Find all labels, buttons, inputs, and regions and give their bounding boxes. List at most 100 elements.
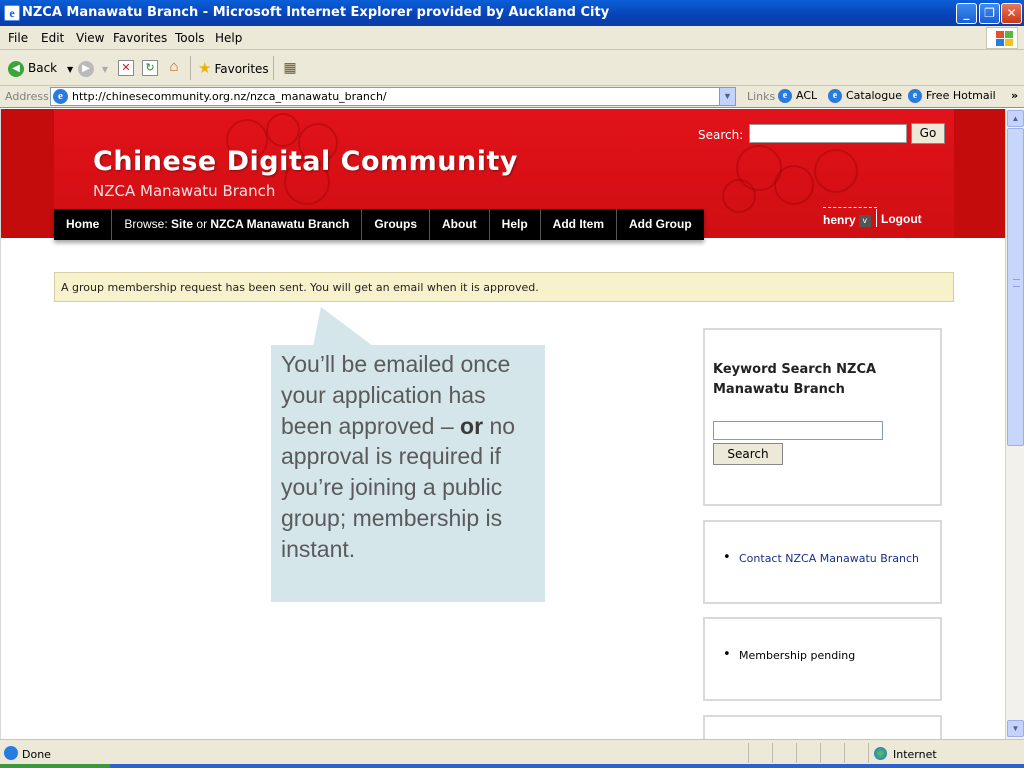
back-arrow-icon: ◀ <box>8 60 24 77</box>
site-subtitle: NZCA Manawatu Branch <box>93 182 276 200</box>
link-free-hotmail-label: Free Hotmail <box>926 89 996 102</box>
address-url[interactable]: http://chinesecommunity.org.nz/nzca_mana… <box>72 90 387 103</box>
link-catalogue[interactable]: e Catalogue <box>828 89 902 103</box>
nav-about[interactable]: About <box>430 209 490 240</box>
status-divider <box>844 743 845 763</box>
decorative-swirl <box>722 179 756 213</box>
scroll-thumb[interactable] <box>1007 128 1024 446</box>
main-nav: Home Browse: Site or NZCA Manawatu Branc… <box>54 209 704 240</box>
nav-groups[interactable]: Groups <box>362 209 430 240</box>
site-banner: Chinese Digital Community NZCA Manawatu … <box>1 109 1005 240</box>
ie-link-icon: e <box>828 89 842 103</box>
link-catalogue-label: Catalogue <box>846 89 902 102</box>
membership-box: Membership pending <box>703 617 942 701</box>
status-divider <box>796 743 797 763</box>
scroll-down-icon[interactable]: ▼ <box>1007 720 1024 737</box>
back-label: Back <box>28 61 58 75</box>
decorative-swirl <box>814 149 858 193</box>
user-menu[interactable]: henry v <box>823 213 871 227</box>
link-acl[interactable]: e ACL <box>778 89 817 103</box>
home-icon[interactable]: ⌂ <box>166 59 182 76</box>
nav-browse: Browse: Site or NZCA Manawatu Branch <box>112 209 363 240</box>
toolbar-separator <box>273 56 274 80</box>
keyword-search-button[interactable]: Search <box>713 443 783 465</box>
stop-icon[interactable]: ✕ <box>118 60 134 76</box>
sidebar-box-partial <box>703 715 942 739</box>
user-dropdown-icon[interactable]: v <box>858 214 871 227</box>
toolbar-separator <box>190 56 191 80</box>
status-text: Done <box>22 748 51 761</box>
minimize-button[interactable]: _ <box>956 3 977 24</box>
scroll-up-icon[interactable]: ▲ <box>1007 110 1024 127</box>
decorative-swirl <box>774 165 814 205</box>
menu-help[interactable]: Help <box>215 31 242 45</box>
nav-browse-branch[interactable]: NZCA Manawatu Branch <box>210 217 349 231</box>
keyword-search-title: Keyword Search NZCA Manawatu Branch <box>713 362 877 397</box>
ie-link-icon: e <box>908 89 922 103</box>
restore-button[interactable]: ❐ <box>979 3 1000 24</box>
callout-pointer <box>313 307 373 346</box>
page-viewport: Chinese Digital Community NZCA Manawatu … <box>0 109 1005 739</box>
forward-button[interactable]: ▶ ▼ <box>78 58 108 78</box>
address-dropdown-icon[interactable]: ▼ <box>719 88 735 105</box>
window-title: NZCA Manawatu Branch - Microsoft Interne… <box>22 5 610 20</box>
menu-file[interactable]: File <box>8 31 28 45</box>
links-label: Links <box>747 90 775 103</box>
toolbar: ◀ Back ▼ ▶ ▼ ✕ ↻ ⌂ ★ Favorites ▦ <box>0 50 1024 86</box>
header-search-label: Search: <box>698 128 744 142</box>
vertical-scrollbar[interactable]: ▲ ▼ <box>1005 109 1024 739</box>
contact-link[interactable]: Contact NZCA Manawatu Branch <box>723 550 919 565</box>
keyword-search-box: Keyword Search NZCA Manawatu Branch Sear… <box>703 328 942 506</box>
menu-tools[interactable]: Tools <box>175 31 205 45</box>
logout-link[interactable]: Logout <box>876 209 922 227</box>
ie-link-icon: e <box>778 89 792 103</box>
callout-text: You’ll be emailed once your application … <box>281 349 537 565</box>
keyword-search-input[interactable] <box>713 421 883 440</box>
menu-bar: File Edit View Favorites Tools Help <box>0 26 1024 50</box>
favorites-label: Favorites <box>214 62 269 76</box>
menu-edit[interactable]: Edit <box>41 31 64 45</box>
status-divider <box>748 743 749 763</box>
close-button[interactable]: ✕ <box>1001 3 1022 24</box>
go-button[interactable]: Go <box>911 123 945 144</box>
links-label-text: Links <box>747 90 776 103</box>
address-label: Address <box>5 90 49 103</box>
membership-status: Membership pending <box>723 647 855 662</box>
back-button[interactable]: ◀ Back ▼ <box>8 58 73 78</box>
ie-app-icon: e <box>4 5 20 21</box>
address-input[interactable]: e http://chinesecommunity.org.nz/nzca_ma… <box>50 87 736 106</box>
link-acl-label: ACL <box>796 89 818 102</box>
nav-add-item[interactable]: Add Item <box>541 209 618 240</box>
windows-logo-icon <box>986 27 1018 49</box>
favorites-button[interactable]: ★ Favorites <box>198 58 269 78</box>
scroll-grip-icon <box>1013 279 1020 287</box>
links-more-icon[interactable]: » <box>1011 89 1018 102</box>
callout-text-emphasis: or <box>460 412 484 439</box>
back-dropdown-icon[interactable]: ▼ <box>67 65 73 74</box>
security-zone: Internet <box>893 748 937 761</box>
nav-help[interactable]: Help <box>490 209 541 240</box>
menu-favorites[interactable]: Favorites <box>113 31 167 45</box>
taskbar-edge <box>0 764 1024 768</box>
nav-browse-prefix: Browse: <box>124 217 168 231</box>
forward-arrow-icon: ▶ <box>78 60 94 77</box>
link-free-hotmail[interactable]: e Free Hotmail <box>908 89 996 103</box>
notice-banner: A group membership request has been sent… <box>54 272 954 302</box>
history-icon[interactable]: ▦ <box>282 60 298 76</box>
nav-browse-site[interactable]: Site <box>171 217 193 231</box>
address-bar: Address e http://chinesecommunity.org.nz… <box>0 86 1024 108</box>
page-status-icon <box>4 746 18 760</box>
user-divider <box>823 207 877 208</box>
menu-view[interactable]: View <box>76 31 104 45</box>
status-divider <box>772 743 773 763</box>
nav-add-group[interactable]: Add Group <box>617 209 704 240</box>
site-title[interactable]: Chinese Digital Community <box>93 146 518 177</box>
status-divider <box>820 743 821 763</box>
header-search-input[interactable] <box>749 124 907 143</box>
favorites-star-icon: ★ <box>198 59 212 77</box>
refresh-icon[interactable]: ↻ <box>142 60 158 76</box>
nav-home[interactable]: Home <box>54 209 113 240</box>
nav-browse-or: or <box>196 217 208 231</box>
user-name[interactable]: henry <box>823 213 856 227</box>
page-icon: e <box>53 89 68 104</box>
